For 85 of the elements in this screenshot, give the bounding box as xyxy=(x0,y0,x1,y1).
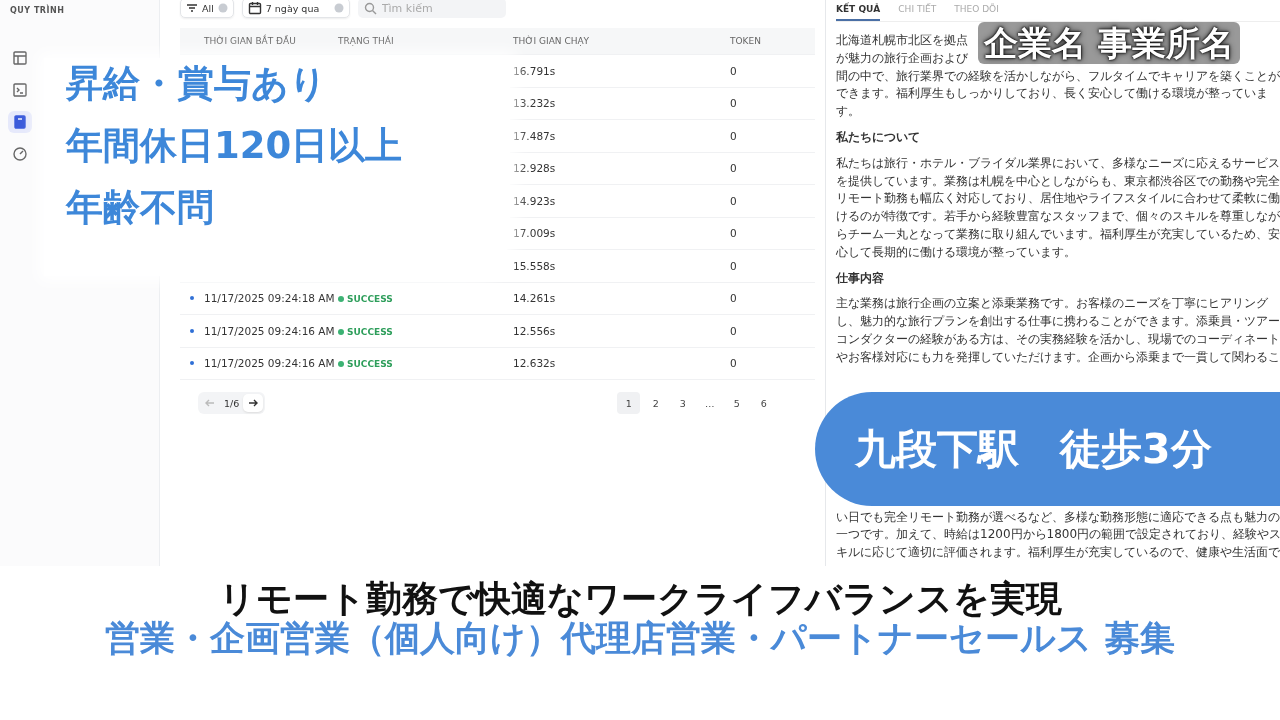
page-indicator: 1/6 xyxy=(224,397,240,409)
perk-text: 年齢不問 xyxy=(66,186,215,230)
table-cell-text: 14.923s xyxy=(513,194,557,207)
arrow-right-icon xyxy=(248,398,259,408)
table-cell-text: 0 xyxy=(730,129,738,142)
table-cell-text: 0 xyxy=(730,324,738,337)
table-cell-text: 0 xyxy=(730,227,738,240)
company-name: 企業名 事業所名 xyxy=(978,22,1240,64)
text-line: が魅力の旅行企画および xyxy=(836,49,968,67)
page-button[interactable]: 2 xyxy=(644,392,668,414)
text-line: コンダクターの経験がある方は、その実務経験を活かし、現場でのコーディネート xyxy=(836,330,1280,348)
status-label: SUCCESS xyxy=(338,359,393,370)
terminal-icon xyxy=(12,82,28,98)
text-line: を提供しています。業務は札幌を中心としながらも、東京都渋谷区での勤務や完全 xyxy=(836,172,1280,190)
status-filter[interactable]: All xyxy=(180,0,234,18)
perk-text: 昇給・賞与あり xyxy=(66,62,328,106)
section-heading: 私たちについて xyxy=(836,129,920,146)
row-dot-icon xyxy=(190,328,194,333)
row-dot-icon xyxy=(190,361,194,366)
table-cell-text: 0 xyxy=(730,64,738,77)
search-icon xyxy=(363,2,377,15)
status-label: SUCCESS xyxy=(338,294,393,305)
column-header: TOKEN xyxy=(730,36,762,46)
table-cell-text: 0 xyxy=(730,97,738,110)
clear-icon xyxy=(217,3,228,13)
text-line: 一つです。加えて、時給は1200円から1800円の範囲で設定されており、経験やス xyxy=(836,526,1280,544)
table-cell-text: 0 xyxy=(730,357,738,370)
table-cell-text: 16.791s xyxy=(513,64,557,77)
table-cell-text: 14.261s xyxy=(513,292,557,305)
column-header: THỜI GIAN CHẠY xyxy=(513,36,591,46)
table-cell-text: 0 xyxy=(730,259,738,272)
section-heading: 仕事内容 xyxy=(836,269,884,287)
table-cell-text: 17.009s xyxy=(513,227,557,240)
text-line: 心して長期的に働ける環境が整っています。 xyxy=(836,243,1076,261)
page-button[interactable]: 5 xyxy=(725,392,749,414)
table-cell-text: 0 xyxy=(730,162,738,175)
column-header: TRẠNG THÁI xyxy=(338,36,395,46)
arrow-left-icon xyxy=(205,398,215,408)
table-cell-text: 11/17/2025 09:24:18 AM xyxy=(204,292,336,305)
table-cell-text: 15.558s xyxy=(513,259,557,272)
search-field[interactable]: Tìm kiếm xyxy=(357,0,506,18)
table-cell-text: 17.487s xyxy=(513,129,557,142)
page-button[interactable]: … xyxy=(698,392,722,414)
row-dot-icon xyxy=(190,296,194,301)
table-cell-text: 11/17/2025 09:24:16 AM xyxy=(204,357,336,370)
text-line: 私たちは旅行・ホテル・ブライダル業界において、多様なニーズに応えるサービス xyxy=(836,154,1280,172)
text-line: リモート勤務も幅広く対応しており、居住地やライフスタイルに合わせて柔軟に働 xyxy=(836,190,1280,208)
app-subtitle: QUY TRÌNH xyxy=(10,6,66,15)
table-cell-text: 12.556s xyxy=(513,324,557,337)
tab[interactable]: KẾT QUẢ xyxy=(836,0,881,21)
calendar-icon xyxy=(247,1,262,15)
clear-icon xyxy=(333,3,344,13)
book-icon xyxy=(12,114,28,130)
text-line: す。 xyxy=(836,103,860,121)
text-line: い日でも完全リモート勤務が選べるなど、多様な勤務形態に適応できる点も魅力の xyxy=(836,508,1280,526)
page-button[interactable]: 6 xyxy=(752,392,776,414)
table-cell-text: 12.928s xyxy=(513,162,557,175)
perk-text: 年間休日120日以上 xyxy=(66,124,404,168)
text-line: らチーム一丸となって業務に取り組んでいます。福利厚生が充実しているため、安 xyxy=(836,225,1280,243)
sidebar-item[interactable] xyxy=(8,111,32,133)
status-label: SUCCESS xyxy=(338,326,393,337)
text-line: やお客様対応にも力を発揮していただけます。企画から添乗まで一貫して関わるこ xyxy=(836,348,1280,366)
layout-icon xyxy=(12,50,28,66)
text-line: 北海道札幌市北区を拠点 xyxy=(836,32,968,49)
page-button[interactable]: 3 xyxy=(671,392,695,414)
gauge-icon xyxy=(12,146,28,162)
table-cell-text: 11/17/2025 09:24:16 AM xyxy=(204,324,336,337)
page-button[interactable]: 1 xyxy=(617,392,641,414)
text-line: し、魅力的な旅行プランを創出する仕事に携わることができます。添乗員・ツアー xyxy=(836,313,1280,331)
text-line: キルに応じて適切に評価されます。福利厚生が充実しているので、健康や生活面で xyxy=(836,544,1280,562)
date-filter[interactable]: 7 ngày qua xyxy=(241,0,350,18)
text-line: けるのが特徴です。若手から経験豊富なスタッフまで、個々のスキルを尊重しなが xyxy=(836,208,1280,226)
filter-icon xyxy=(186,2,198,14)
next-button[interactable] xyxy=(243,394,264,412)
text-line: できます。福利厚生もしっかりしており、長く安心して働ける環境が整っていま xyxy=(836,85,1268,103)
table-cell-text: 12.632s xyxy=(513,357,557,370)
station-badge: 九段下駅 徒歩3分 xyxy=(815,392,1280,506)
table-cell-text: 0 xyxy=(730,194,738,207)
table-cell-text: 0 xyxy=(730,292,738,305)
table-cell-text: 13.232s xyxy=(513,97,557,110)
text-line: 間の中で、旅行業界での経験を活かしながら、フルタイムでキャリアを築くことが xyxy=(836,67,1280,85)
job-title: 営業・企画営業（個人向け）代理店営業・パートナーセールス 募集 xyxy=(104,620,1176,656)
text-line: 主な業務は旅行企画の立案と添乗業務です。お客様のニーズを丁寧にヒアリング xyxy=(836,295,1268,313)
column-header: THỜI GIAN BẮT ĐẦU xyxy=(204,36,297,46)
headline: リモート勤務で快適なワークライフバランスを実現 xyxy=(218,576,1062,619)
